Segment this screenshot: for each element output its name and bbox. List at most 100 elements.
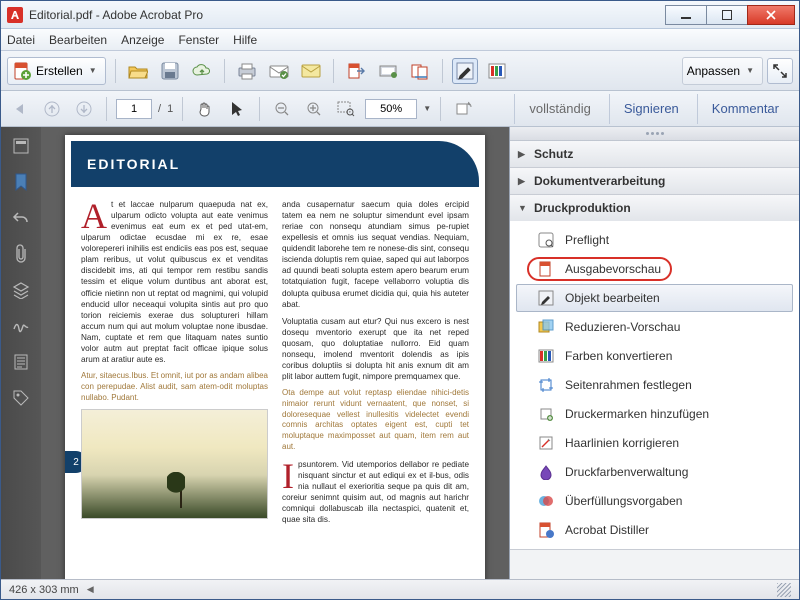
crop-icon bbox=[537, 376, 555, 394]
item-preflight[interactable]: Preflight bbox=[516, 226, 793, 254]
articles-icon[interactable] bbox=[10, 351, 32, 373]
zoom-in-button[interactable] bbox=[301, 96, 327, 122]
page-sep: / bbox=[158, 103, 161, 115]
chevron-right-icon: ▶ bbox=[518, 176, 528, 187]
select-tool-button[interactable] bbox=[224, 96, 250, 122]
pdf-page: Editorial 2 At et laccae nulparum quaepu… bbox=[65, 135, 485, 579]
color-button[interactable] bbox=[484, 58, 510, 84]
cloud-button[interactable] bbox=[189, 58, 215, 84]
section-body-druck: Preflight Ausgabevorschau Objekt bearbei… bbox=[510, 221, 799, 549]
export-button[interactable] bbox=[343, 58, 369, 84]
item-druckermarken[interactable]: Druckermarken hinzufügen bbox=[516, 400, 793, 428]
page-total: 1 bbox=[167, 103, 173, 115]
document-viewport[interactable]: Editorial 2 At et laccae nulparum quaepu… bbox=[41, 127, 509, 579]
item-ueberfuellung[interactable]: Überfüllungsvorgaben bbox=[516, 487, 793, 515]
printer-marks-icon bbox=[537, 405, 555, 423]
resize-grip[interactable] bbox=[777, 583, 791, 597]
item-haarlinien[interactable]: Haarlinien korrigieren bbox=[516, 429, 793, 457]
dropdown-icon: ▼ bbox=[89, 66, 97, 75]
tools-panel: ▶Schutz ▶Dokumentverarbeitung ▼Druckprod… bbox=[509, 127, 799, 579]
preflight-icon bbox=[537, 231, 555, 249]
first-page-button[interactable] bbox=[7, 96, 33, 122]
trap-presets-icon bbox=[537, 492, 555, 510]
menu-bar: Datei Bearbeiten Anzeige Fenster Hilfe bbox=[1, 29, 799, 51]
scan-button[interactable] bbox=[375, 58, 401, 84]
rotate-button[interactable] bbox=[450, 96, 476, 122]
dropdown-icon: ▼ bbox=[746, 66, 754, 75]
thumbnails-icon[interactable] bbox=[10, 135, 32, 157]
customize-label: Anpassen bbox=[687, 64, 740, 78]
save-button[interactable] bbox=[157, 58, 183, 84]
zoom-out-button[interactable] bbox=[269, 96, 295, 122]
signatures-icon[interactable] bbox=[10, 315, 32, 337]
toolbar-main: Erstellen ▼ Anpassen ▼ bbox=[1, 51, 799, 91]
customize-button[interactable]: Anpassen ▼ bbox=[682, 57, 763, 85]
create-button[interactable]: Erstellen ▼ bbox=[7, 57, 106, 85]
inline-image bbox=[81, 409, 268, 519]
undo-icon[interactable] bbox=[10, 207, 32, 229]
status-dimensions: 426 x 303 mm bbox=[9, 584, 79, 596]
menu-hilfe[interactable]: Hilfe bbox=[233, 33, 257, 47]
marquee-zoom-button[interactable] bbox=[333, 96, 359, 122]
item-reduzieren[interactable]: Reduzieren-Vorschau bbox=[516, 313, 793, 341]
menu-bearbeiten[interactable]: Bearbeiten bbox=[49, 33, 107, 47]
next-page-button[interactable] bbox=[71, 96, 97, 122]
panel-grip[interactable] bbox=[510, 127, 799, 141]
menu-fenster[interactable]: Fenster bbox=[178, 33, 219, 47]
edit-object-icon bbox=[537, 289, 555, 307]
app-icon bbox=[7, 7, 23, 23]
email-button[interactable] bbox=[298, 58, 324, 84]
minimize-button[interactable] bbox=[665, 5, 707, 25]
hairline-icon bbox=[537, 434, 555, 452]
output-preview-icon bbox=[537, 260, 555, 278]
tab-comment[interactable]: Kommentar bbox=[697, 94, 793, 124]
bookmarks-icon[interactable] bbox=[10, 171, 32, 193]
item-distiller[interactable]: Acrobat Distiller bbox=[516, 516, 793, 544]
open-button[interactable] bbox=[125, 58, 151, 84]
content-area: Editorial 2 At et laccae nulparum quaepu… bbox=[1, 127, 799, 579]
item-objekt-bearbeiten[interactable]: Objekt bearbeiten bbox=[516, 284, 793, 312]
zoom-dropdown-icon[interactable]: ▼ bbox=[423, 104, 431, 113]
window-buttons bbox=[666, 5, 795, 25]
share-button[interactable] bbox=[266, 58, 292, 84]
item-druckfarben[interactable]: Druckfarbenverwaltung bbox=[516, 458, 793, 486]
nav-strip bbox=[1, 127, 41, 579]
close-button[interactable] bbox=[747, 5, 795, 25]
section-schutz: ▶Schutz bbox=[510, 141, 799, 168]
prev-page-button[interactable] bbox=[39, 96, 65, 122]
fullscreen-button[interactable] bbox=[767, 58, 793, 84]
menu-anzeige[interactable]: Anzeige bbox=[121, 33, 164, 47]
window-title: Editorial.pdf - Adobe Acrobat Pro bbox=[29, 8, 666, 22]
print-button[interactable] bbox=[234, 58, 260, 84]
menu-datei[interactable]: Datei bbox=[7, 33, 35, 47]
create-label: Erstellen bbox=[36, 64, 83, 78]
column-2: anda cusapernatur saecum quia doles erci… bbox=[282, 199, 469, 531]
section-head-dokver[interactable]: ▶Dokumentverarbeitung bbox=[510, 168, 799, 194]
app-window: Editorial.pdf - Adobe Acrobat Pro Datei … bbox=[0, 0, 800, 600]
tab-fit[interactable]: vollständig bbox=[514, 94, 604, 124]
attachments-icon[interactable] bbox=[10, 243, 32, 265]
section-dokver: ▶Dokumentverarbeitung bbox=[510, 168, 799, 195]
chevron-right-icon: ▶ bbox=[518, 149, 528, 160]
section-head-druck[interactable]: ▼Druckproduktion bbox=[510, 195, 799, 221]
item-seitenrahmen[interactable]: Seitenrahmen festlegen bbox=[516, 371, 793, 399]
zoom-input[interactable] bbox=[365, 99, 417, 119]
maximize-button[interactable] bbox=[706, 5, 748, 25]
layers-icon[interactable] bbox=[10, 279, 32, 301]
page-heading: Editorial bbox=[71, 141, 479, 187]
chevron-left-icon[interactable]: ◀ bbox=[87, 584, 94, 595]
combine-button[interactable] bbox=[407, 58, 433, 84]
edit-object-button[interactable] bbox=[452, 58, 478, 84]
tab-sign[interactable]: Signieren bbox=[609, 94, 693, 124]
hand-tool-button[interactable] bbox=[192, 96, 218, 122]
tags-icon[interactable] bbox=[10, 387, 32, 409]
chevron-down-icon: ▼ bbox=[518, 203, 528, 213]
item-farben[interactable]: Farben konvertieren bbox=[516, 342, 793, 370]
column-1: At et laccae nulparum quaepuda nat ex, u… bbox=[81, 199, 268, 531]
page-number-input[interactable] bbox=[116, 99, 152, 119]
flatten-icon bbox=[537, 318, 555, 336]
section-head-schutz[interactable]: ▶Schutz bbox=[510, 141, 799, 167]
convert-colors-icon bbox=[537, 347, 555, 365]
status-bar: 426 x 303 mm ◀ bbox=[1, 579, 799, 599]
item-ausgabevorschau[interactable]: Ausgabevorschau bbox=[516, 255, 793, 283]
